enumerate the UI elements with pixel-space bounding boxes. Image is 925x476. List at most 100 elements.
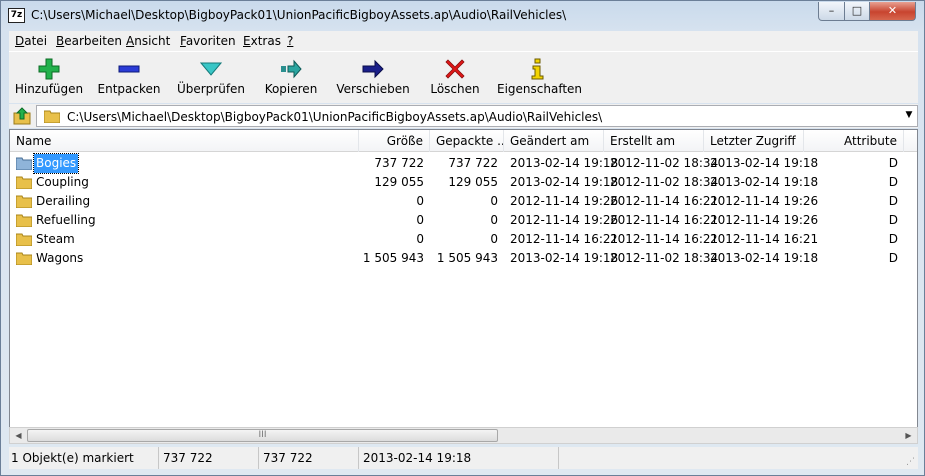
cell-modified: 2013-02-14 19:18 bbox=[510, 251, 619, 265]
cell-accessed: 2013-02-14 19:18 bbox=[710, 156, 819, 170]
add-label: Hinzufügen bbox=[14, 82, 84, 96]
main-window: 7z C:\Users\Michael\Desktop\BigboyPack01… bbox=[0, 0, 925, 476]
folder-icon bbox=[16, 233, 32, 246]
address-path: C:\Users\Michael\Desktop\BigboyPack01\Un… bbox=[67, 110, 603, 124]
resize-grip[interactable]: ⋰ bbox=[906, 457, 918, 469]
app-7zip-icon: 7z bbox=[8, 8, 25, 23]
status-size: 737 722 bbox=[159, 447, 259, 469]
maximize-button[interactable]: □ bbox=[844, 2, 870, 21]
cell-attributes: D bbox=[888, 213, 898, 227]
column-name[interactable]: Name bbox=[10, 130, 359, 152]
status-selection: 1 Objekt(e) markiert bbox=[9, 447, 159, 469]
status-modified: 2013-02-14 19:18 bbox=[359, 447, 559, 469]
test-icon bbox=[200, 62, 222, 76]
window-title: C:\Users\Michael\Desktop\BigboyPack01\Un… bbox=[31, 8, 567, 22]
cell-packed: 1 505 943 bbox=[436, 251, 498, 265]
column-attributes[interactable]: Attribute bbox=[804, 130, 904, 152]
extract-button[interactable]: Entpacken bbox=[95, 52, 163, 102]
scroll-left-button[interactable]: ◀ bbox=[10, 428, 27, 443]
copy-button[interactable]: Kopieren bbox=[259, 52, 323, 102]
address-bar: C:\Users\Michael\Desktop\BigboyPack01\Un… bbox=[9, 104, 918, 128]
table-row[interactable]: Refuelling 0 0 2012-11-14 19:26 2012-11-14 1… bbox=[10, 211, 917, 230]
cell-size: 737 722 bbox=[374, 156, 424, 170]
scroll-right-button[interactable]: ▶ bbox=[900, 428, 917, 443]
cell-accessed: 2012-11-14 19:26 bbox=[710, 194, 819, 208]
cell-created: 2012-11-14 16:21 bbox=[610, 213, 719, 227]
chevron-down-icon[interactable]: ▼ bbox=[903, 110, 915, 120]
cell-modified: 2012-11-14 19:26 bbox=[510, 213, 619, 227]
cell-name: Wagons bbox=[36, 251, 84, 265]
cell-packed: 0 bbox=[490, 232, 498, 246]
menu-bearbeiten[interactable]: Bearbeiten bbox=[56, 34, 122, 48]
column-packed[interactable]: Gepackte ... bbox=[430, 130, 504, 152]
properties-button[interactable]: Eigenschaften bbox=[497, 52, 583, 102]
cell-attributes: D bbox=[888, 175, 898, 189]
cell-packed: 737 722 bbox=[448, 156, 498, 170]
test-button[interactable]: Überprüfen bbox=[173, 52, 249, 102]
table-row[interactable]: Steam 0 0 2012-11-14 16:21 2012-11-14 16:21 2… bbox=[10, 230, 917, 249]
add-icon bbox=[38, 58, 60, 80]
move-icon bbox=[362, 59, 384, 79]
folder-icon bbox=[16, 252, 32, 265]
cell-accessed: 2012-11-14 16:21 bbox=[710, 232, 819, 246]
column-modified[interactable]: Geändert am bbox=[504, 130, 604, 152]
cell-size: 0 bbox=[416, 213, 424, 227]
folder-icon bbox=[16, 176, 32, 189]
cell-packed: 0 bbox=[490, 194, 498, 208]
folder-icon bbox=[44, 110, 60, 123]
cell-accessed: 2012-11-14 19:26 bbox=[710, 213, 819, 227]
folder-icon bbox=[16, 214, 32, 227]
cell-modified: 2013-02-14 19:18 bbox=[510, 175, 619, 189]
cell-created: 2012-11-14 16:21 bbox=[610, 194, 719, 208]
folder-up-icon[interactable] bbox=[13, 107, 31, 125]
scroll-thumb[interactable]: III bbox=[27, 429, 498, 442]
folder-icon bbox=[16, 157, 32, 170]
table-row[interactable]: Bogies 737 722 737 722 2013-02-14 19:18 2012… bbox=[10, 153, 917, 174]
minimize-button[interactable]: – bbox=[818, 2, 845, 21]
cell-created: 2012-11-02 18:34 bbox=[610, 175, 719, 189]
menu-favoriten[interactable]: Favoriten bbox=[180, 34, 236, 48]
cell-packed: 0 bbox=[490, 213, 498, 227]
cell-size: 0 bbox=[416, 194, 424, 208]
cell-attributes: D bbox=[888, 232, 898, 246]
menu-datei[interactable]: Datei bbox=[15, 34, 47, 48]
properties-label: Eigenschaften bbox=[497, 82, 583, 96]
cell-size: 0 bbox=[416, 232, 424, 246]
cell-created: 2012-11-14 16:21 bbox=[610, 232, 719, 246]
delete-icon bbox=[445, 59, 465, 79]
file-list[interactable]: Name Größe Gepackte ... Geändert am Erst… bbox=[9, 129, 918, 429]
cell-accessed: 2013-02-14 19:18 bbox=[710, 251, 819, 265]
column-size[interactable]: Größe bbox=[359, 130, 430, 152]
column-created[interactable]: Erstellt am bbox=[604, 130, 704, 152]
cell-modified: 2012-11-14 19:26 bbox=[510, 194, 619, 208]
cell-name: Coupling bbox=[36, 175, 89, 189]
cell-modified: 2013-02-14 19:18 bbox=[510, 156, 619, 170]
delete-label: Löschen bbox=[430, 82, 480, 96]
menu-extras[interactable]: Extras bbox=[243, 34, 281, 48]
close-button[interactable]: ✕ bbox=[869, 2, 916, 21]
cell-name: Bogies bbox=[32, 153, 80, 174]
table-row[interactable]: Coupling 129 055 129 055 2013-02-14 19:18 20… bbox=[10, 173, 917, 192]
menu-help[interactable]: ? bbox=[287, 34, 293, 48]
menu-bar: Datei Bearbeiten Ansicht Favoriten Extra… bbox=[9, 31, 918, 51]
info-icon bbox=[531, 58, 544, 80]
add-button[interactable]: Hinzufügen bbox=[13, 52, 85, 102]
cell-name: Refuelling bbox=[36, 213, 96, 227]
move-label: Verschieben bbox=[336, 82, 410, 96]
toolbar: Hinzufügen Entpacken Überprüfen Kopieren bbox=[9, 51, 918, 103]
extract-label: Entpacken bbox=[97, 82, 161, 96]
column-accessed[interactable]: Letzter Zugriff bbox=[704, 130, 804, 152]
menu-ansicht[interactable]: Ansicht bbox=[126, 34, 170, 48]
table-row[interactable]: Derailing 0 0 2012-11-14 19:26 2012-11-14 16… bbox=[10, 192, 917, 211]
address-field[interactable]: C:\Users\Michael\Desktop\BigboyPack01\Un… bbox=[36, 105, 918, 127]
move-button[interactable]: Verschieben bbox=[333, 52, 413, 102]
copy-label: Kopieren bbox=[264, 82, 318, 96]
delete-button[interactable]: Löschen bbox=[423, 52, 487, 102]
cell-name: Steam bbox=[36, 232, 75, 246]
horizontal-scrollbar[interactable]: ◀ III ▶ bbox=[9, 427, 918, 444]
cell-attributes: D bbox=[888, 194, 898, 208]
table-row[interactable]: Wagons 1 505 943 1 505 943 2013-02-14 19:18… bbox=[10, 249, 917, 268]
title-bar[interactable]: 7z C:\Users\Michael\Desktop\BigboyPack01… bbox=[1, 1, 924, 31]
status-bar: 1 Objekt(e) markiert 737 722 737 722 201… bbox=[9, 447, 918, 469]
cell-attributes: D bbox=[888, 251, 898, 265]
